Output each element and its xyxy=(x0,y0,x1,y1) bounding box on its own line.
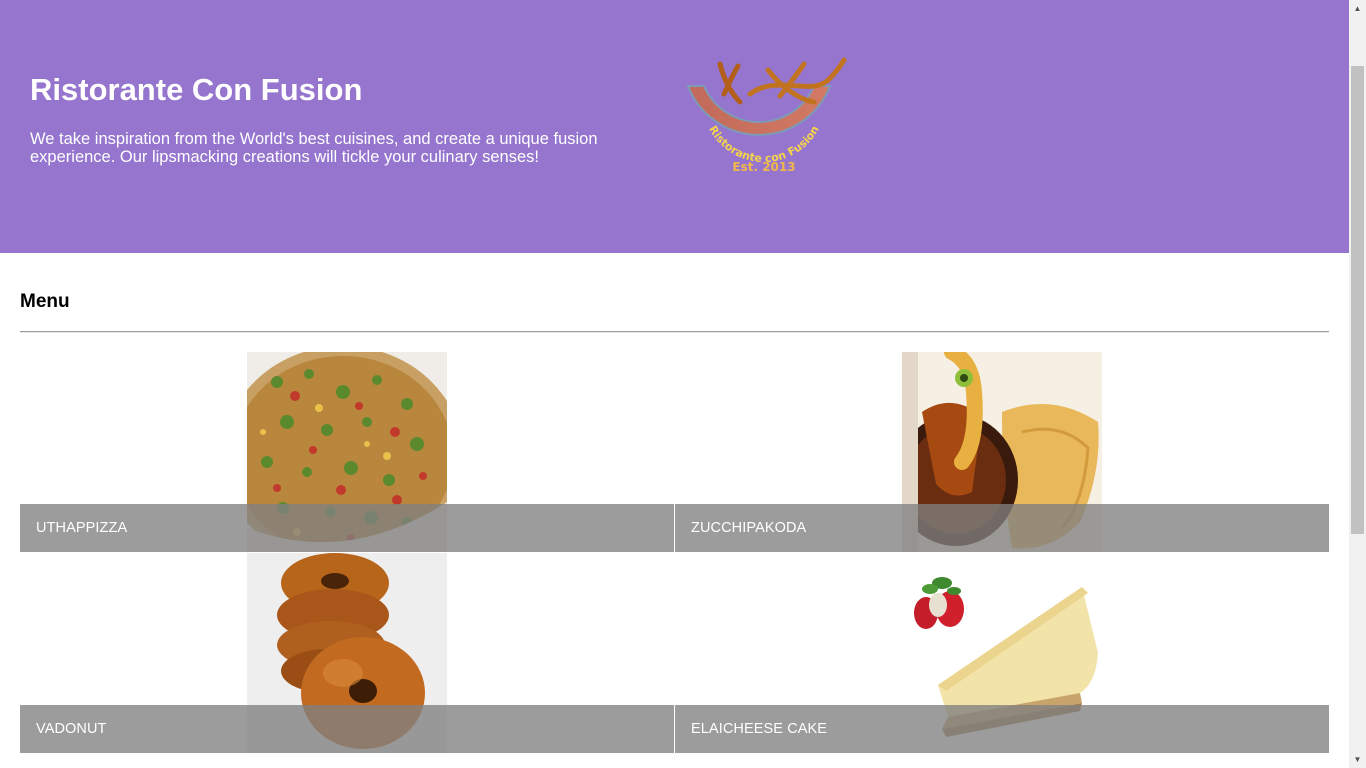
menu-item-name: ZUCCHIPAKODA xyxy=(691,520,807,536)
menu-item-caption-bar: UTHAPPIZZA xyxy=(20,504,674,552)
restaurant-description: We take inspiration from the World's bes… xyxy=(30,130,598,166)
scroll-up-arrow-icon[interactable]: ▲ xyxy=(1349,0,1366,17)
vertical-scrollbar[interactable]: ▲ ▼ xyxy=(1349,0,1366,768)
restaurant-title: Ristorante Con Fusion xyxy=(30,72,363,107)
menu-tile-zucchipakoda[interactable]: ZUCCHIPAKODA xyxy=(675,352,1329,552)
menu-heading: Menu xyxy=(20,291,70,312)
scroll-down-arrow-icon[interactable]: ▼ xyxy=(1349,751,1366,768)
menu-item-name: ELAICHEESE CAKE xyxy=(691,721,828,737)
menu-tile-uthappizza[interactable]: UTHAPPIZZA xyxy=(20,352,674,552)
menu-tile-vadonut[interactable]: VADONUT xyxy=(20,553,674,753)
scrollbar-thumb[interactable] xyxy=(1351,66,1364,534)
logo-established: Est. 2013 xyxy=(732,160,795,174)
menu-item-caption-bar: ELAICHEESE CAKE xyxy=(675,705,1329,753)
menu-item-caption-bar: VADONUT xyxy=(20,705,674,753)
menu-item-caption-bar: ZUCCHIPAKODA xyxy=(675,504,1329,552)
menu-tile-elaicheese-cake[interactable]: ELAICHEESE CAKE xyxy=(675,553,1329,753)
menu-item-name: VADONUT xyxy=(36,721,107,737)
jumbotron-header: Ristorante Con Fusion We take inspiratio… xyxy=(0,0,1349,253)
restaurant-logo: Ristorante con Fusion Est. 2013 xyxy=(684,56,850,178)
menu-divider xyxy=(20,331,1329,333)
menu-item-name: UTHAPPIZZA xyxy=(36,520,128,536)
page: Ristorante Con Fusion We take inspiratio… xyxy=(0,0,1349,768)
